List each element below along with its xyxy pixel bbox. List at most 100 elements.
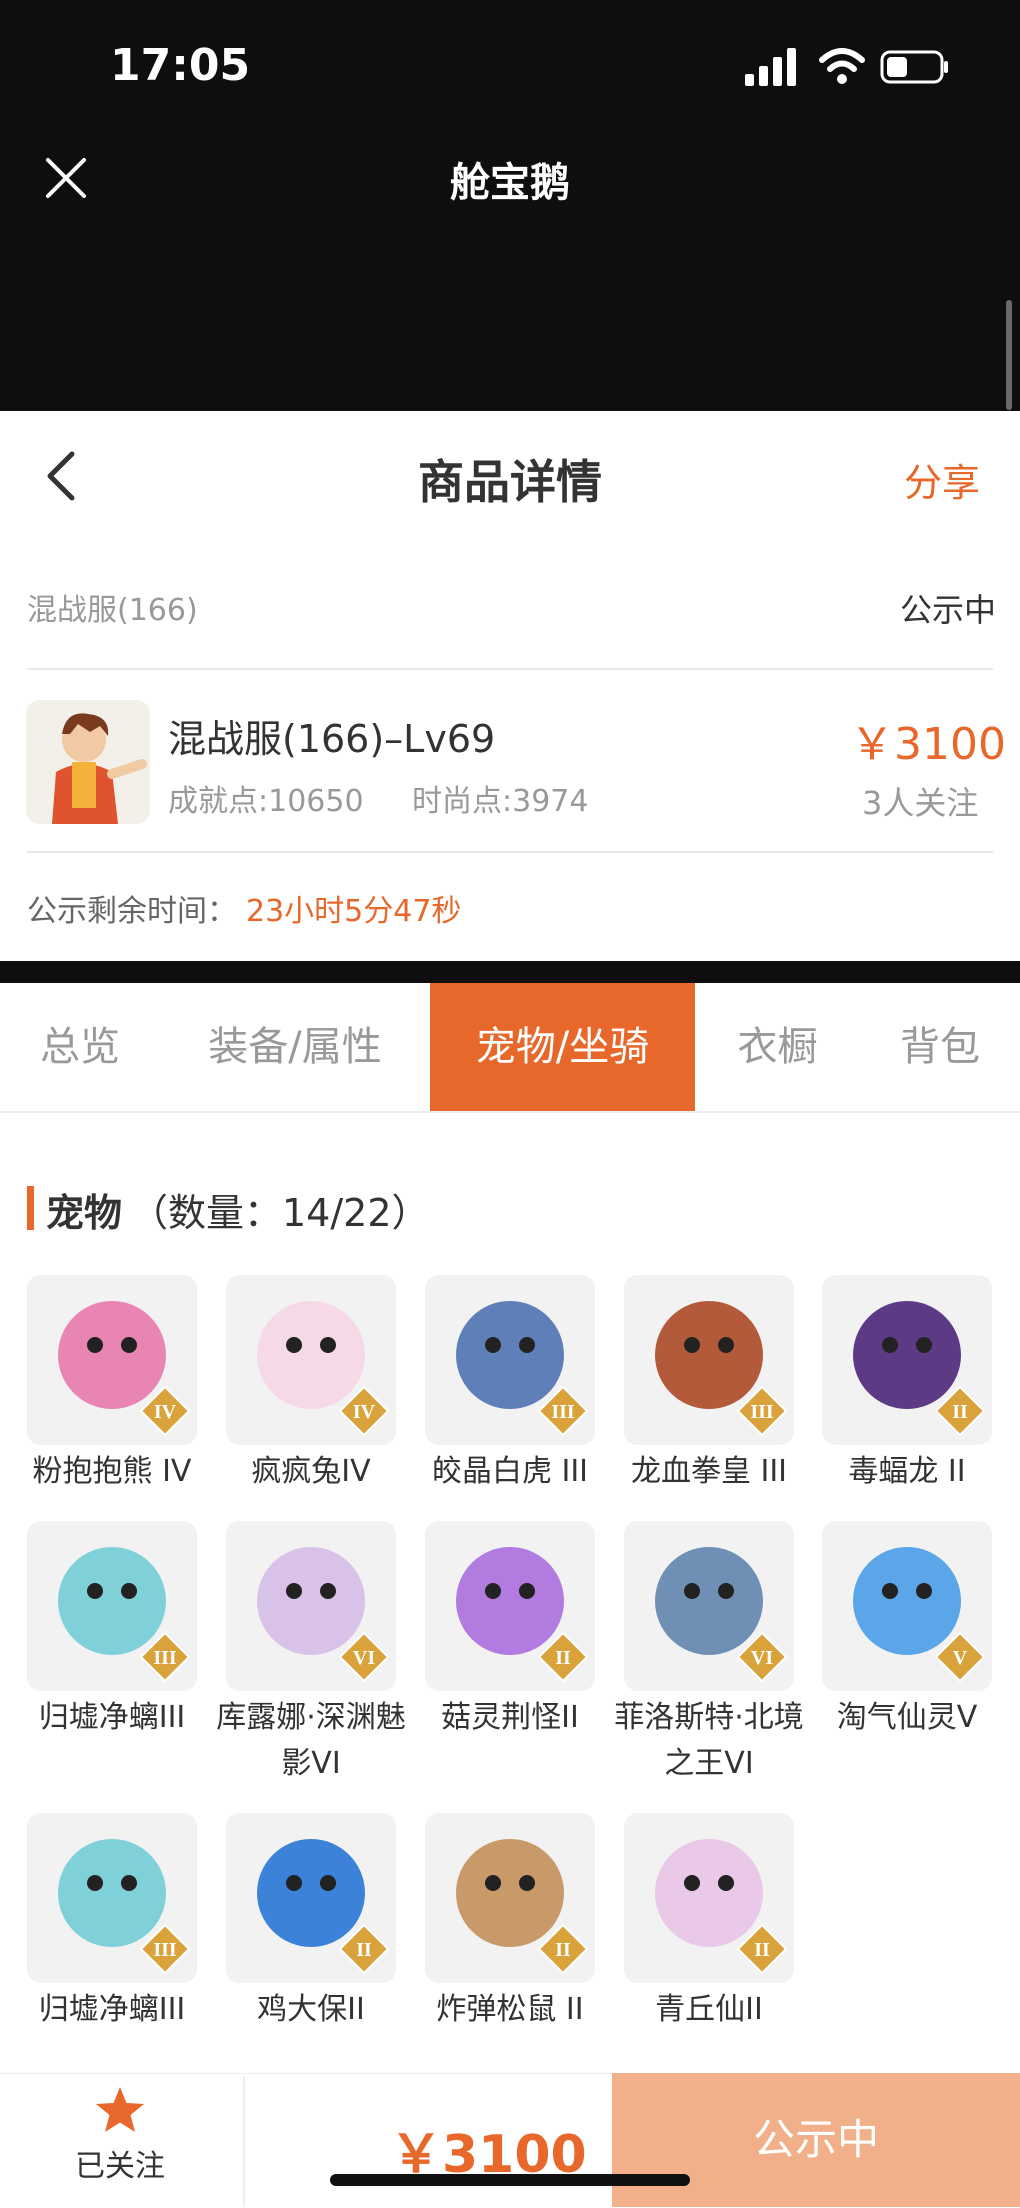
pet-image: II — [425, 1813, 595, 1983]
pet-image: IV — [226, 1275, 396, 1445]
rank-text: II — [952, 1401, 968, 1423]
section-title: 宠物 — [46, 1191, 123, 1235]
rank-text: II — [356, 1939, 372, 1961]
pet-name: 疯疯兔IV — [251, 1454, 371, 1489]
pet-item[interactable]: II 鸡大保II — [216, 1813, 406, 2033]
pet-item[interactable]: II 毒蝠龙 II — [812, 1275, 1002, 1495]
pet-image: II — [226, 1813, 396, 1983]
tab-wardrobe[interactable]: 衣橱 — [695, 983, 860, 1111]
pet-item[interactable]: IV 疯疯兔IV — [216, 1275, 406, 1495]
pet-image: III — [27, 1813, 197, 1983]
pet-item[interactable]: V 淘气仙灵V — [812, 1521, 1002, 1741]
pet-name: 库露娜·深渊魅影VI — [216, 1700, 406, 1781]
rank-text: VI — [751, 1647, 773, 1669]
rank-badge-icon: II — [537, 1631, 589, 1683]
achievement-points: 成就点:10650 — [168, 784, 364, 819]
pet-name: 炸弹松鼠 II — [436, 1992, 584, 2027]
rank-text: III — [153, 1647, 177, 1669]
rank-badge-icon: III — [537, 1385, 589, 1437]
rank-text: III — [551, 1401, 575, 1423]
tab-pets[interactable]: 宠物/坐骑 — [430, 983, 695, 1111]
pet-item[interactable]: III 皎晶白虎 III — [415, 1275, 605, 1495]
pet-name: 皎晶白虎 III — [431, 1454, 589, 1489]
pet-image: III — [27, 1521, 197, 1691]
product-avatar — [26, 700, 150, 824]
tab-bar: 总览 装备/属性 宠物/坐骑 衣橱 背包 — [0, 983, 1020, 1113]
pet-item[interactable]: II 炸弹松鼠 II — [415, 1813, 605, 2033]
signal-icon — [745, 48, 796, 86]
pet-item[interactable]: III 归墟净螭III — [17, 1813, 207, 2033]
pet-image: II — [822, 1275, 992, 1445]
pet-name: 青丘仙II — [655, 1992, 763, 2027]
share-button[interactable]: 分享 — [904, 452, 980, 507]
separator-band — [0, 961, 1020, 983]
pet-image: VI — [624, 1521, 794, 1691]
pet-name: 归墟净螭III — [38, 1700, 186, 1735]
pet-name: 龙血拳皇 III — [630, 1454, 788, 1489]
pet-name: 毒蝠龙 II — [848, 1454, 966, 1489]
rank-badge-icon: III — [736, 1385, 788, 1437]
rank-text: II — [555, 1939, 571, 1961]
pet-item[interactable]: III 龙血拳皇 III — [614, 1275, 804, 1495]
rank-text: IV — [154, 1401, 177, 1423]
fashion-points: 时尚点:3974 — [412, 784, 589, 819]
battery-icon — [880, 50, 948, 84]
pet-name: 归墟净螭III — [38, 1992, 186, 2027]
rank-badge-icon: II — [934, 1385, 986, 1437]
status-label: 公示中 — [900, 591, 997, 629]
rank-badge-icon: II — [338, 1923, 390, 1975]
follow-button[interactable]: 已关注 — [40, 2085, 200, 2195]
public-status-button[interactable]: 公示中 — [612, 2073, 1020, 2207]
server-label: 混战服(166) — [27, 593, 198, 628]
rank-badge-icon: VI — [338, 1631, 390, 1683]
tab-overview[interactable]: 总览 — [0, 983, 160, 1111]
pet-name: 粉抱抱熊 IV — [32, 1454, 192, 1489]
tab-equipment[interactable]: 装备/属性 — [160, 983, 430, 1111]
divider — [27, 668, 993, 670]
pet-image: VI — [226, 1521, 396, 1691]
rank-badge-icon: V — [934, 1631, 986, 1683]
pet-image: II — [425, 1521, 595, 1691]
rank-badge-icon: III — [139, 1923, 191, 1975]
rank-text: III — [153, 1939, 177, 1961]
product-price: ￥3100 — [850, 719, 1006, 770]
remaining-time-value: 23小时5分47秒 — [246, 894, 462, 929]
remaining-time-label: 公示剩余时间： — [27, 894, 237, 929]
rank-text: III — [750, 1401, 774, 1423]
rank-badge-icon: VI — [736, 1631, 788, 1683]
pet-name: 菇灵荆怪II — [441, 1700, 579, 1735]
rank-text: IV — [353, 1401, 376, 1423]
home-indicator — [330, 2174, 690, 2186]
pet-item[interactable]: VI 菲洛斯特·北境之王VI — [614, 1521, 804, 1787]
divider — [27, 851, 993, 853]
rank-text: II — [555, 1647, 571, 1669]
pet-image: V — [822, 1521, 992, 1691]
page-title: 商品详情 — [418, 455, 602, 509]
pet-name: 菲洛斯特·北境之王VI — [614, 1700, 804, 1781]
follow-label: 已关注 — [75, 2149, 165, 2184]
status-time: 17:05 — [110, 40, 251, 91]
rank-badge-icon: IV — [338, 1385, 390, 1437]
pet-image: IV — [27, 1275, 197, 1445]
pet-item[interactable]: VI 库露娜·深渊魅影VI — [216, 1521, 406, 1787]
rank-text: VI — [353, 1647, 375, 1669]
section-marker — [27, 1186, 34, 1230]
pet-item[interactable]: III 归墟净螭III — [17, 1521, 207, 1741]
pet-image: III — [425, 1275, 595, 1445]
pet-item[interactable]: II 青丘仙II — [614, 1813, 804, 2033]
app-title: 舱宝鹅 — [450, 160, 570, 206]
rank-badge-icon: IV — [139, 1385, 191, 1437]
follower-count: 3人关注 — [862, 784, 979, 822]
product-name: 混战服(166)–Lv69 — [168, 717, 496, 761]
pet-item[interactable]: II 菇灵荆怪II — [415, 1521, 605, 1741]
rank-text: V — [953, 1647, 968, 1669]
star-icon — [96, 2087, 144, 2132]
scrollbar[interactable] — [1006, 300, 1012, 410]
rank-badge-icon: II — [736, 1923, 788, 1975]
pet-item[interactable]: IV 粉抱抱熊 IV — [17, 1275, 207, 1495]
rank-badge-icon: III — [139, 1631, 191, 1683]
wifi-icon — [819, 48, 865, 84]
pet-name: 淘气仙灵V — [836, 1700, 978, 1735]
pet-image: III — [624, 1275, 794, 1445]
tab-bag[interactable]: 背包 — [860, 983, 1020, 1111]
